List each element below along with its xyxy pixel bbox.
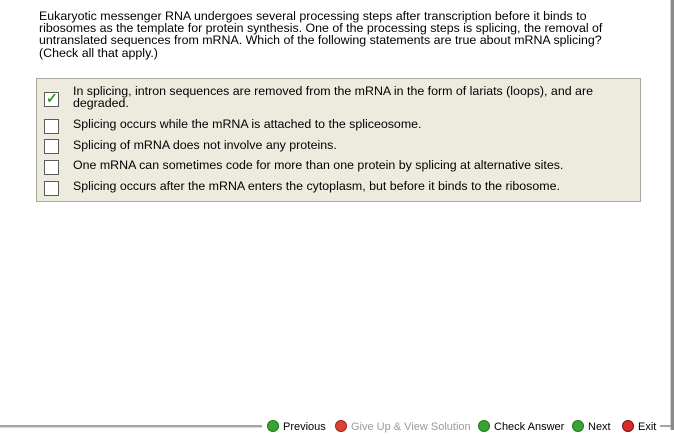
choice-5[interactable]: Splicing occurs after the mRNA enters th… [37,180,640,196]
previous-button[interactable]: Previous [267,420,326,434]
choice-2[interactable]: Splicing occurs while the mRNA is attach… [37,118,640,134]
choice-1-checkbox[interactable]: ✓ [44,90,59,107]
choice-4-label: One mRNA can sometimes code for more tha… [73,158,564,172]
choice-4-checkbox[interactable] [44,160,59,175]
bottom-divider-right [660,425,671,427]
checkmark-icon: ✓ [46,90,58,106]
exit-button[interactable]: Exit [622,420,656,434]
give-up-icon [335,420,347,433]
give-up-label: Give Up & View Solution [351,421,471,434]
next-button[interactable]: Next [572,420,611,434]
choice-3-checkbox[interactable] [44,139,59,154]
exit-icon [622,420,634,433]
choice-5-checkbox[interactable] [44,181,59,196]
next-label: Next [588,421,611,434]
choice-1[interactable]: ✓ In splicing, intron sequences are remo… [37,85,640,111]
answer-choices-panel: ✓ In splicing, intron sequences are remo… [36,78,641,202]
choice-3-label: Splicing of mRNA does not involve any pr… [73,138,337,152]
choice-2-checkbox[interactable] [44,119,59,134]
exit-label: Exit [638,421,657,434]
check-answer-label: Check Answer [494,421,565,434]
previous-icon [267,420,279,433]
give-up-button[interactable]: Give Up & View Solution [335,420,471,434]
bottom-divider-shadow [0,427,262,428]
question-text: Eukaryotic messenger RNA undergoes sever… [39,9,603,60]
previous-label: Previous [283,421,326,434]
choice-2-label: Splicing occurs while the mRNA is attach… [73,117,422,131]
check-answer-icon [478,420,490,433]
check-answer-button[interactable]: Check Answer [478,420,564,434]
choice-3[interactable]: Splicing of mRNA does not involve any pr… [37,139,640,155]
choice-4[interactable]: One mRNA can sometimes code for more tha… [37,159,640,175]
choice-5-label: Splicing occurs after the mRNA enters th… [73,179,560,193]
choice-1-label: In splicing, intron sequences are remove… [73,84,593,111]
next-icon [572,420,584,433]
